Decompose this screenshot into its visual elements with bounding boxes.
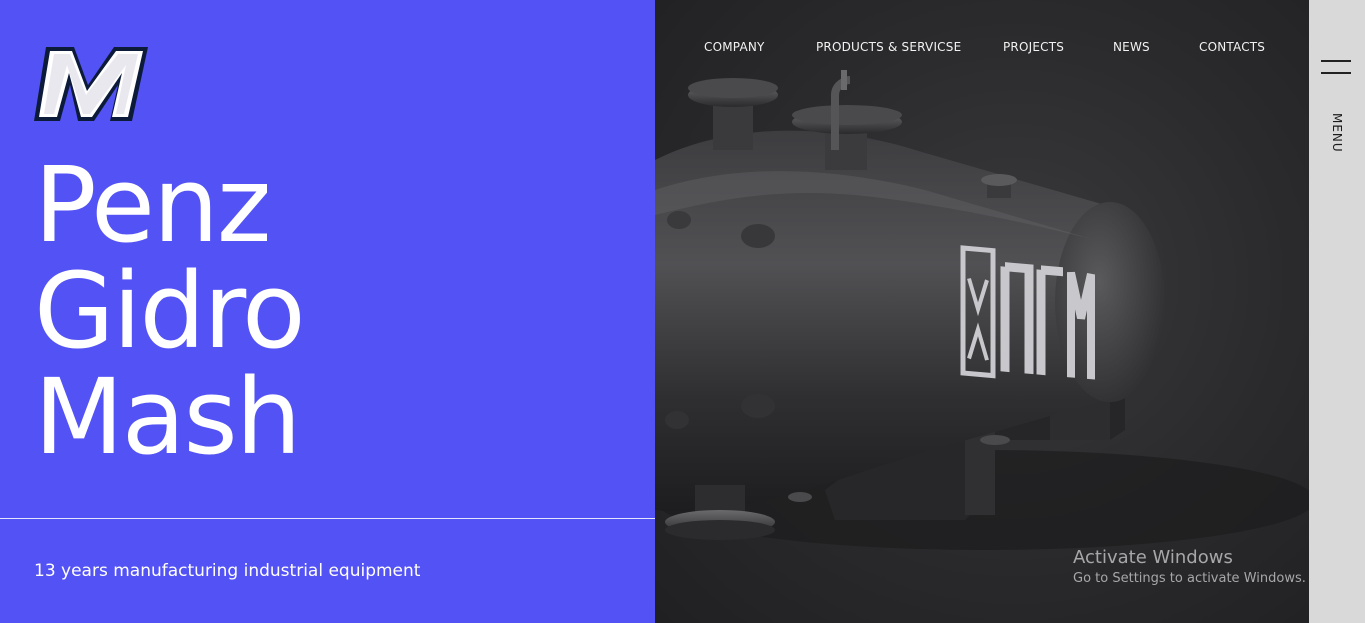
page: Penz Gidro Mash 13 years manufacturing i… [0, 0, 1365, 623]
hero-title-line: Gidro [34, 250, 306, 372]
nav-products-services[interactable]: PRODUCTS & SERVICSE [816, 40, 961, 54]
nav-contacts[interactable]: CONTACTS [1199, 40, 1265, 54]
hamburger-icon[interactable] [1321, 60, 1353, 76]
watermark-title: Activate Windows [1073, 547, 1233, 568]
hero-panel: Penz Gidro Mash 13 years manufacturing i… [0, 0, 655, 623]
industrial-tank-image [655, 70, 1309, 550]
watermark-subtitle: Go to Settings to activate Windows. [1073, 571, 1306, 586]
hero-title-line: Penz [34, 144, 271, 266]
hero-title-line: Mash [34, 356, 302, 478]
m-logo-icon[interactable] [32, 45, 150, 123]
nav-projects[interactable]: PROJECTS [1003, 40, 1064, 54]
top-nav: COMPANY PRODUCTS & SERVICSE PROJECTS NEW… [655, 40, 1309, 58]
nav-company[interactable]: COMPANY [704, 40, 765, 54]
side-menu-bar: MENU [1309, 0, 1365, 623]
hero-title: Penz Gidro Mash [34, 144, 306, 478]
menu-label[interactable]: MENU [1330, 113, 1344, 153]
windows-activation-watermark: Activate Windows Go to Settings to activ… [1073, 547, 1306, 586]
hero-image-panel: COMPANY PRODUCTS & SERVICSE PROJECTS NEW… [655, 0, 1309, 623]
tagline: 13 years manufacturing industrial equipm… [34, 561, 421, 581]
nav-news[interactable]: NEWS [1113, 40, 1150, 54]
divider [0, 518, 655, 519]
